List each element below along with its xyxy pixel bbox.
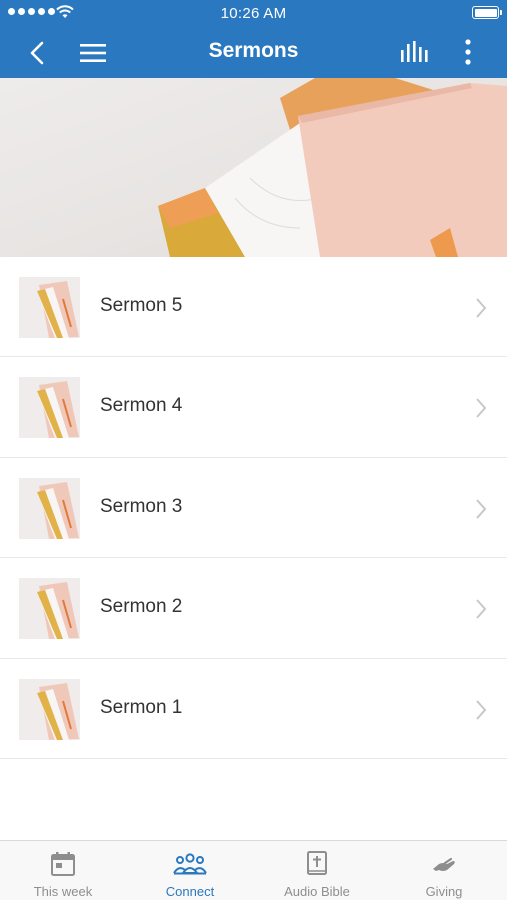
tab-label: Connect [165, 884, 215, 899]
chevron-right-icon [476, 298, 487, 318]
sermon-thumbnail [19, 277, 80, 338]
audio-bars-icon[interactable] [398, 38, 432, 66]
tab-label: This week [33, 884, 93, 899]
sermon-thumbnail [19, 578, 80, 640]
people-icon [173, 853, 207, 875]
more-options-icon[interactable] [458, 38, 478, 66]
sermon-title: Sermon 4 [100, 395, 183, 417]
chevron-right-icon [476, 699, 487, 720]
status-time: 10:26 AM [220, 5, 287, 22]
list-item[interactable]: Sermon 1 [0, 658, 507, 759]
tab-giving[interactable]: Giving [381, 841, 507, 900]
chevron-right-icon [476, 398, 487, 419]
tab-connect[interactable]: Connect [127, 841, 253, 900]
bible-icon [307, 851, 327, 875]
hamburger-menu-icon[interactable] [78, 39, 108, 67]
tab-bar: This week Connect Audio Bible Giving [0, 840, 507, 900]
tab-audio-bible[interactable]: Audio Bible [254, 841, 380, 900]
status-bar: 10:26 AM [0, 0, 507, 26]
list-item[interactable]: Sermon 5 [0, 257, 507, 358]
chevron-right-icon [476, 499, 487, 519]
sermon-title: Sermon 5 [100, 295, 183, 316]
tab-this-week[interactable]: This week [0, 841, 126, 900]
tab-label: Giving [425, 884, 463, 899]
sermon-title: Sermon 2 [100, 596, 183, 618]
giving-hand-icon [433, 857, 455, 871]
sermon-thumbnail [19, 377, 80, 439]
calendar-icon [51, 852, 75, 876]
list-item[interactable]: Sermon 3 [0, 457, 507, 559]
sermon-title: Sermon 1 [100, 696, 183, 718]
header-banner-image [0, 78, 507, 257]
sermon-thumbnail [19, 678, 80, 740]
list-item[interactable]: Sermon 2 [0, 558, 507, 659]
battery-icon [472, 6, 502, 19]
navigation-bar: Sermons [0, 26, 507, 78]
sermon-thumbnail [19, 477, 80, 539]
sermon-list: Sermon 5 Sermon 4 Sermon 3 Sermon 2 Serm… [0, 257, 507, 759]
list-item[interactable]: Sermon 4 [0, 357, 507, 458]
chevron-right-icon [476, 599, 487, 619]
tab-label: Audio Bible [284, 884, 350, 899]
sermon-title: Sermon 3 [100, 495, 183, 517]
back-icon[interactable] [24, 39, 52, 67]
